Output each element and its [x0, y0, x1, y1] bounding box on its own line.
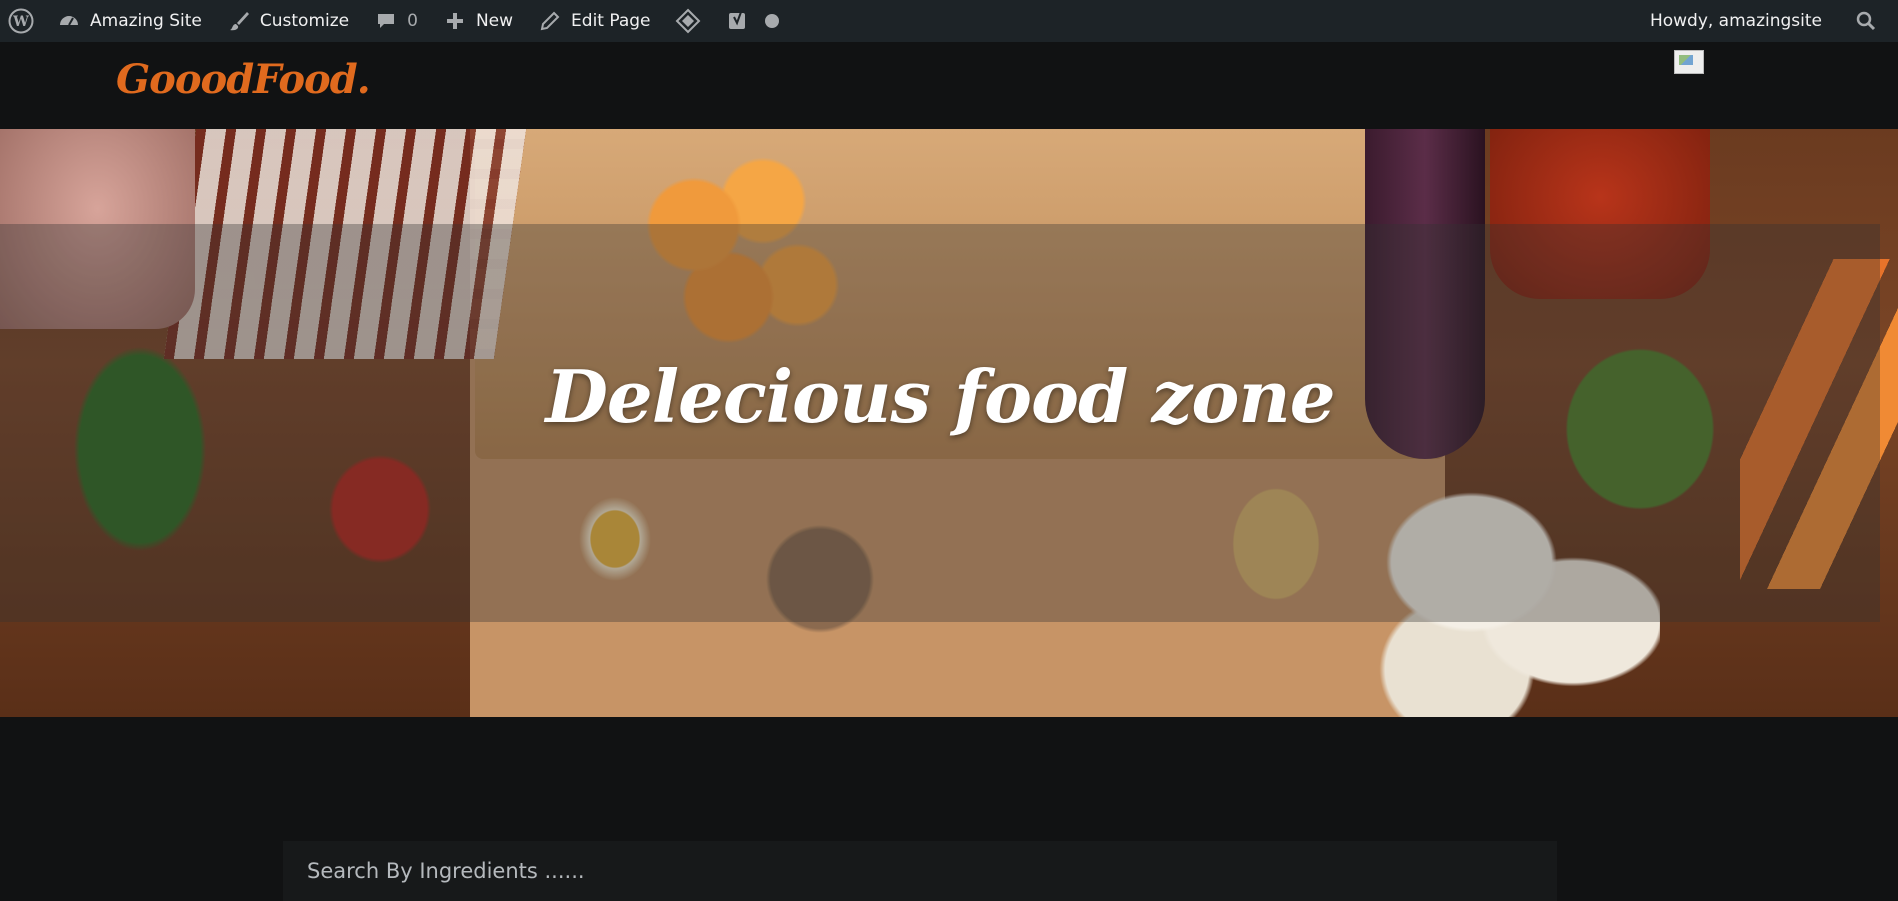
hero-banner: Delecious food zone: [0, 129, 1898, 717]
my-account-menu[interactable]: Howdy, amazingsite: [1638, 0, 1834, 42]
comments-count: 0: [407, 11, 418, 31]
yoast-icon: [725, 8, 751, 34]
comment-icon: [373, 8, 399, 34]
diamond-plugin-menu[interactable]: [663, 0, 713, 42]
yoast-menu[interactable]: [713, 0, 797, 42]
edit-page-menu[interactable]: Edit Page: [525, 0, 662, 42]
search-icon: [1853, 8, 1879, 34]
pencil-icon: [537, 8, 563, 34]
wordpress-menu[interactable]: W: [0, 0, 44, 42]
howdy-label: Howdy, amazingsite: [1649, 11, 1822, 31]
new-label: New: [475, 11, 514, 31]
site-name-label: Amazing Site: [90, 11, 202, 31]
status-dot-icon: [759, 8, 785, 34]
site-header: GooodFood.: [0, 42, 1898, 129]
ingredient-search: [283, 841, 1557, 901]
ingredient-search-input[interactable]: [283, 841, 1557, 901]
paintbrush-icon: [226, 8, 252, 34]
customize-menu[interactable]: Customize: [214, 0, 361, 42]
hero-title: Delecious food zone: [545, 354, 1335, 439]
edit-page-label: Edit Page: [571, 11, 651, 31]
customize-label: Customize: [259, 11, 350, 31]
site-name-menu[interactable]: Amazing Site: [44, 0, 214, 42]
new-content-menu[interactable]: New: [430, 0, 525, 42]
comments-menu[interactable]: 0: [361, 0, 430, 42]
svg-text:W: W: [12, 14, 29, 30]
site-logo[interactable]: GooodFood.: [116, 56, 371, 103]
plus-icon: [442, 8, 468, 34]
wordpress-icon: W: [8, 8, 34, 34]
admin-search[interactable]: [1834, 0, 1898, 42]
broken-image-icon: [1674, 50, 1704, 74]
diamond-icon: [675, 8, 701, 34]
dashboard-icon: [56, 8, 82, 34]
admin-bar: W Amazing Site Customize 0 New Edit Page…: [0, 0, 1898, 42]
